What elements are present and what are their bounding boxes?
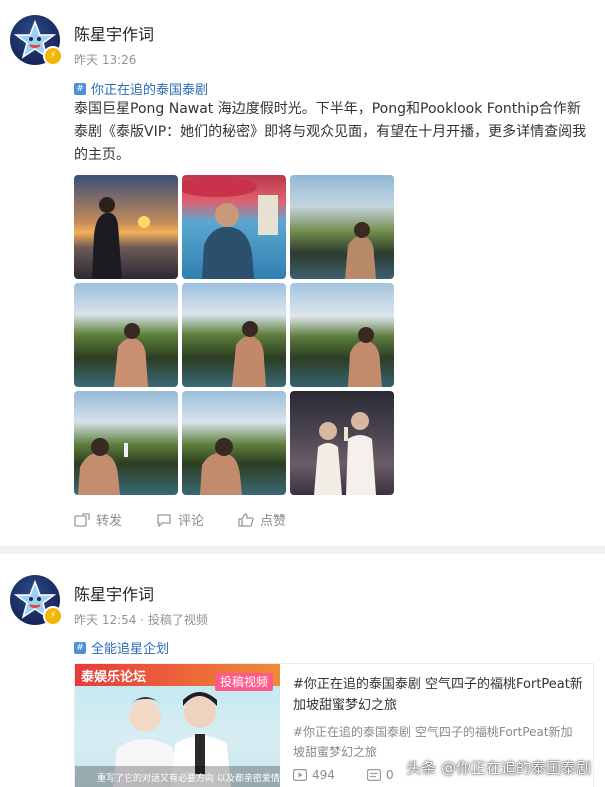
topic-hash-icon: # [74,82,86,95]
comment-count-value: 0 [386,768,394,782]
comment-label: 评论 [178,514,205,529]
topic-label: 全能追星企划 [91,642,170,657]
post-text: 泰国巨星Pong Nawat 海边度假时光。下半年，Pong和Pooklook … [74,101,587,163]
photo-6[interactable] [290,283,394,387]
avatar[interactable]: ⚡ [10,575,63,626]
topic-label: 你正在追的泰国泰剧 [91,83,209,98]
play-count-value: 494 [312,768,335,782]
photo-2[interactable] [182,175,286,279]
submission-badge: 投稿视频 [215,673,273,691]
photo-8[interactable] [182,391,286,495]
username[interactable]: 陈星宇作词 [74,581,154,605]
topic-link[interactable]: # 你正在追的泰国泰剧 [74,79,208,98]
username[interactable]: 陈星宇作词 [74,21,154,45]
comment-icon [157,513,171,527]
video-subtitle: 重写了它的对话又有必要方向 以及都亲密爱情的所有 [97,774,280,784]
topic-link[interactable]: # 全能追星企划 [74,638,169,657]
like-icon [238,512,254,527]
repost-button[interactable]: 转发 [74,510,122,529]
post-time: 昨天 12:54 · 投稿了视频 [74,613,208,627]
like-button[interactable]: 点赞 [238,510,286,529]
comment-count: 0 [367,768,394,782]
post-divider [0,546,605,554]
comment-count-icon [367,769,381,781]
video-description: #你正在追的泰国泰剧 空气四子的福桃FortPeat新加坡甜蜜梦幻之旅 [293,725,573,759]
comment-button[interactable]: 评论 [156,510,204,529]
verified-badge-icon: ⚡ [43,46,63,66]
verified-badge-icon: ⚡ [43,606,63,626]
avatar[interactable]: ⚡ [10,15,63,66]
photo-5[interactable] [182,283,286,387]
play-count: 494 [293,768,335,782]
repost-icon [74,512,90,527]
like-label: 点赞 [260,514,287,529]
play-icon [293,769,307,781]
topic-hash-icon: # [74,641,86,654]
photo-4[interactable] [74,283,178,387]
repost-label: 转发 [96,514,123,529]
photo-1[interactable] [74,175,178,279]
photo-7[interactable] [74,391,178,495]
photo-3[interactable] [290,175,394,279]
post-time: 昨天 13:26 [74,53,137,67]
post-actions: 转发 评论 点赞 [74,510,320,529]
watermark: 头条 @你正在追的泰国泰剧 [406,759,591,777]
video-title[interactable]: #你正在追的泰国泰剧 空气四子的福桃FortPeat新加坡甜蜜梦幻之旅 [293,674,583,716]
photo-9[interactable] [290,391,394,495]
photo-grid [74,175,395,496]
